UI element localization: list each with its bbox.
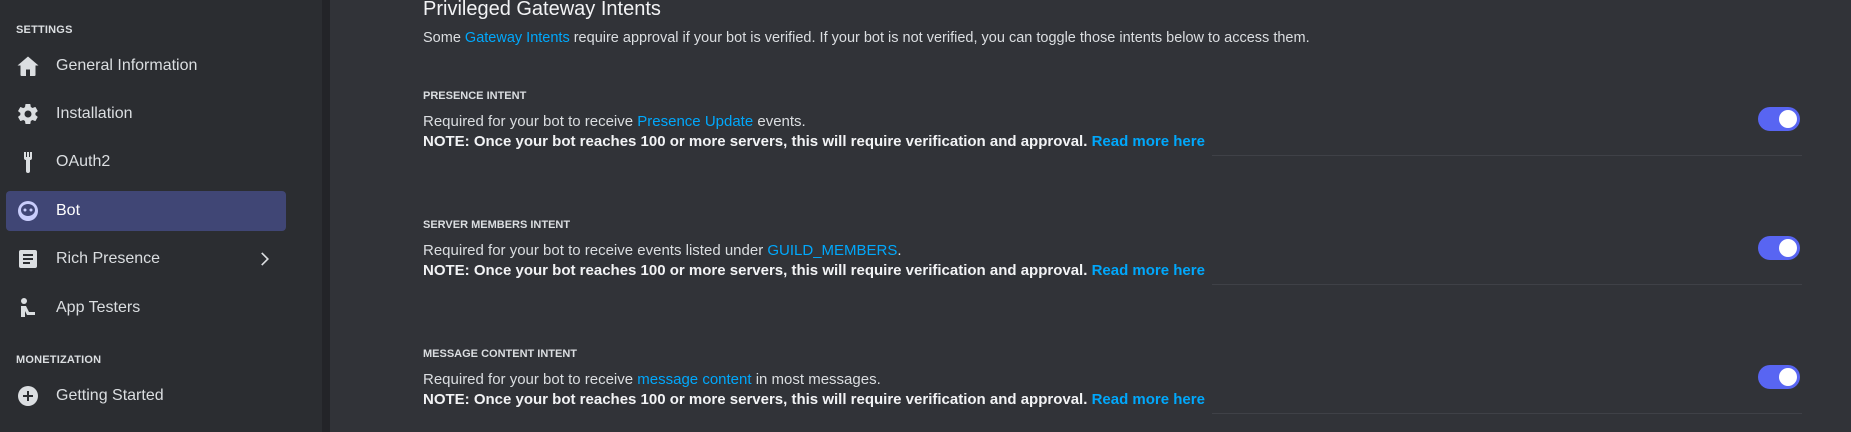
sidebar: SETTINGS General Information Installatio… (0, 0, 322, 432)
sidebar-item-label: General Information (56, 57, 198, 74)
sidebar-item-label: Rich Presence (56, 250, 161, 267)
wrench-icon (14, 148, 42, 176)
intent-description-suffix: in most messages. (751, 371, 881, 388)
plus-circle-icon (14, 382, 42, 410)
sidebar-item-rich-presence[interactable]: Rich Presence (6, 239, 286, 279)
page-description-suffix: require approval if your bot is verified… (569, 30, 1310, 46)
presence-intent-section: PRESENCE INTENT Required for your bot to… (423, 90, 1802, 156)
sidebar-item-general-information[interactable]: General Information (6, 46, 286, 86)
intent-note-text: NOTE: Once your bot reaches 100 or more … (423, 133, 1088, 150)
sidebar-item-installation[interactable]: Installation (6, 94, 286, 134)
intent-description: Required for your bot to receive events … (423, 242, 902, 259)
intent-note: NOTE: Once your bot reaches 100 or more … (423, 262, 1205, 279)
page-title: Privileged Gateway Intents (423, 0, 661, 20)
intent-title: MESSAGE CONTENT INTENT (423, 348, 578, 360)
intent-divider (1212, 413, 1802, 414)
server-members-intent-toggle[interactable] (1758, 236, 1800, 260)
intent-description-suffix: events. (753, 113, 806, 130)
read-more-link[interactable]: Read more here (1092, 133, 1205, 150)
guild-members-link[interactable]: GUILD_MEMBERS (767, 242, 897, 259)
intent-note-text: NOTE: Once your bot reaches 100 or more … (423, 262, 1088, 279)
toggle-knob (1779, 110, 1797, 128)
monetization-section-header: MONETIZATION (16, 354, 102, 366)
document-icon (14, 245, 42, 273)
sidebar-item-app-testers[interactable]: App Testers (6, 288, 286, 328)
intent-description-prefix: Required for your bot to receive (423, 371, 638, 388)
read-more-link[interactable]: Read more here (1092, 391, 1205, 408)
sidebar-item-bot[interactable]: Bot (6, 191, 286, 231)
home-icon (14, 52, 42, 80)
intent-description-suffix: . (897, 242, 902, 259)
scrollbar-gutter (322, 0, 330, 432)
intent-note: NOTE: Once your bot reaches 100 or more … (423, 391, 1205, 408)
intent-divider (1212, 155, 1802, 156)
sidebar-item-oauth2[interactable]: OAuth2 (6, 142, 286, 182)
intent-title: SERVER MEMBERS INTENT (423, 219, 571, 231)
chevron-right-icon (254, 249, 274, 269)
intent-note: NOTE: Once your bot reaches 100 or more … (423, 133, 1205, 150)
intent-description: Required for your bot to receive message… (423, 371, 881, 388)
intent-description-prefix: Required for your bot to receive events … (423, 242, 768, 259)
toggle-knob (1779, 368, 1797, 386)
intent-description: Required for your bot to receive Presenc… (423, 113, 806, 130)
server-members-intent-section: SERVER MEMBERS INTENT Required for your … (423, 219, 1802, 285)
read-more-link[interactable]: Read more here (1092, 262, 1205, 279)
settings-section-header: SETTINGS (16, 24, 73, 36)
message-content-intent-toggle[interactable] (1758, 365, 1800, 389)
message-content-intent-section: MESSAGE CONTENT INTENT Required for your… (423, 348, 1802, 414)
sidebar-item-getting-started[interactable]: Getting Started (6, 376, 286, 416)
main-content: Privileged Gateway Intents Some Gateway … (330, 0, 1851, 432)
page-description: Some Gateway Intents require approval if… (423, 30, 1310, 46)
sidebar-item-label: Installation (56, 105, 133, 122)
sidebar-item-label: App Testers (56, 299, 141, 316)
sidebar-item-label: Getting Started (56, 387, 164, 404)
person-icon (14, 294, 42, 322)
gear-icon (14, 100, 42, 128)
sidebar-item-label: OAuth2 (56, 153, 111, 170)
presence-update-link[interactable]: Presence Update (637, 113, 753, 130)
bot-icon (14, 197, 42, 225)
page-description-prefix: Some (423, 30, 465, 46)
gateway-intents-link[interactable]: Gateway Intents (465, 30, 570, 46)
intent-note-text: NOTE: Once your bot reaches 100 or more … (423, 391, 1088, 408)
sidebar-item-label: Bot (56, 202, 81, 219)
intent-divider (1212, 284, 1802, 285)
toggle-knob (1779, 239, 1797, 257)
intent-description-prefix: Required for your bot to receive (423, 113, 638, 130)
message-content-link[interactable]: message content (637, 371, 751, 388)
presence-intent-toggle[interactable] (1758, 107, 1800, 131)
intent-title: PRESENCE INTENT (423, 90, 527, 102)
